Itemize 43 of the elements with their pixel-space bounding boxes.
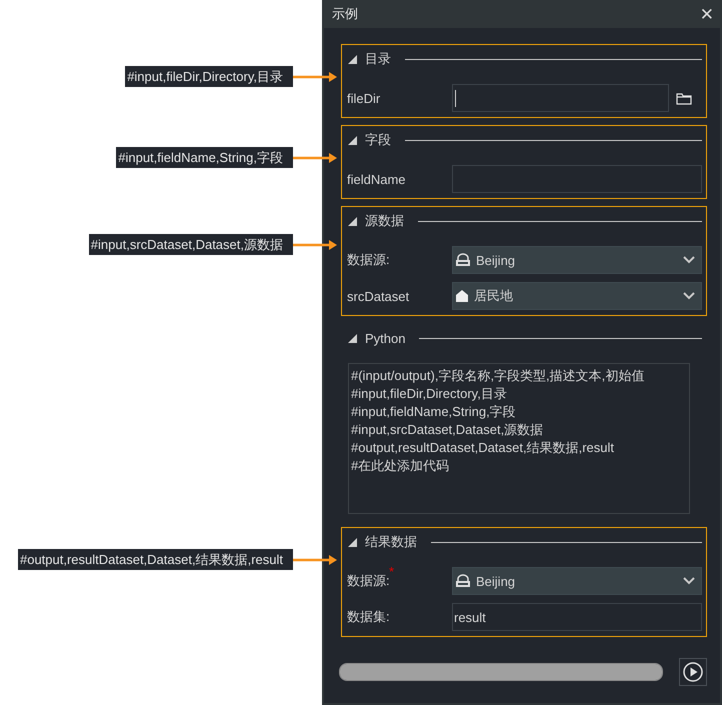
dropdown[interactable]: 居民地 (452, 282, 702, 310)
database-icon (455, 574, 471, 588)
section-title: 结果数据 (365, 533, 417, 551)
field-label: 数据源: (347, 573, 390, 588)
callout-label: #input,fileDir,Directory,目录 (125, 66, 293, 87)
text-field[interactable]: result (452, 603, 702, 631)
code-editor[interactable]: #(input/output),字段名称,字段类型,描述文本,初始值 #input,fileDir,Directory,目录 #input,fieldName,String,字段 #input,srcDataset,Dataset,源数据 #output,resultDataset,Dataset,结果数据,result #在此处添加代码 (348, 363, 690, 514)
collapse-triangle-icon[interactable] (348, 538, 357, 546)
field-label: 数据集: (347, 609, 390, 624)
callout-arrow (293, 72, 337, 82)
callout-label: #input,srcDataset,Dataset,源数据 (88, 234, 293, 255)
field-label: fileDir (347, 90, 380, 106)
chevron-down-icon (683, 577, 695, 585)
collapse-triangle-icon[interactable] (348, 54, 357, 64)
callout-label: #output,resultDataset,Dataset,结果数据,result (18, 549, 293, 570)
folder-icon[interactable] (676, 92, 692, 104)
field-label: 数据源: (347, 252, 390, 267)
database-icon (455, 253, 471, 267)
callout-arrow (293, 554, 337, 564)
collapse-triangle-icon[interactable] (348, 216, 357, 226)
callout-arrow (293, 240, 337, 250)
collapse-triangle-icon[interactable] (348, 334, 357, 342)
dropdown[interactable]: Beijing (452, 246, 702, 274)
field-label: fieldName (347, 172, 406, 186)
chevron-down-icon (683, 292, 695, 300)
play-icon (683, 662, 703, 682)
callout-arrow (293, 152, 337, 162)
section-title: 目录 (365, 50, 391, 68)
required-mark: * (389, 564, 394, 579)
run-button[interactable] (679, 658, 707, 686)
section-title: Python (365, 330, 406, 346)
window-title: 示例 (332, 5, 358, 23)
section-title: 源数据 (365, 212, 404, 230)
house-icon (455, 289, 469, 303)
text-field[interactable] (452, 165, 702, 193)
chevron-down-icon (683, 256, 695, 264)
close-button[interactable]: ✕ (700, 6, 714, 22)
section-title: 字段 (365, 131, 391, 149)
directory-field[interactable] (452, 84, 669, 112)
callout-label: #input,fieldName,String,字段 (116, 147, 293, 168)
dropdown[interactable]: Beijing (452, 567, 702, 595)
field-label: srcDataset (347, 288, 410, 304)
collapse-triangle-icon[interactable] (348, 136, 357, 144)
